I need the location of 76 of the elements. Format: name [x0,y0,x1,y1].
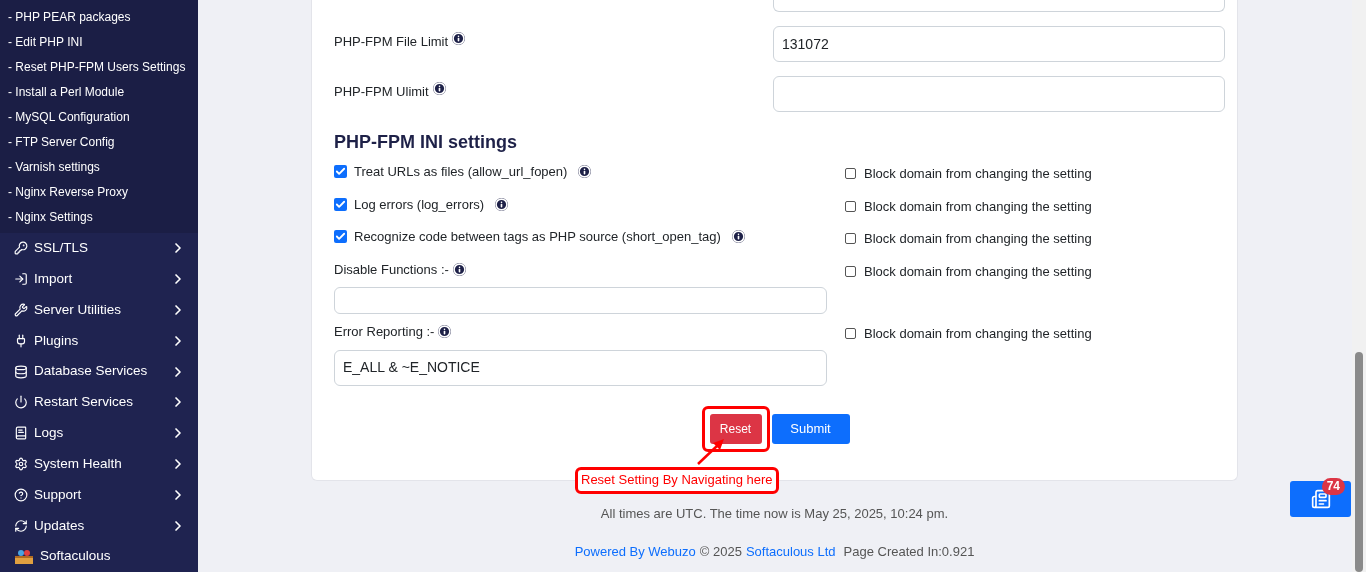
checkbox-label: Block domain from changing the setting [864,325,1092,343]
tools-icon [14,302,28,317]
checkbox-label: Block domain from changing the setting [864,230,1092,248]
checkbox-label: Block domain from changing the setting [864,197,1092,216]
submenu-link[interactable]: - Nginx Reverse Proxy [0,179,198,205]
submenu-link[interactable]: - Reset PHP-FPM Users Settings [0,54,198,80]
checkbox-label: Log errors (log_errors) [354,195,485,214]
field-label: PHP-FPM Ulimit [334,83,429,101]
sidebar-item[interactable]: Plugins [0,325,198,357]
reset-button[interactable]: Reset [709,413,762,444]
time-note: All times are UTC. The time now is May 25, 2025, 10:24 pm. [600,504,949,523]
checkbox-label: Treat URLs as files (allow_url_fopen) [354,163,568,181]
field-label: Disable Functions :- [334,260,449,279]
info-icon[interactable] [578,165,592,179]
info-icon[interactable] [432,82,446,95]
input-field[interactable]: E_ALL & ~E_NOTICE [334,349,827,386]
field-label: PHP-FPM File Limit [334,33,449,51]
sidebar-item[interactable]: Database Services [0,356,198,387]
checkbox[interactable] [845,328,856,340]
toolbox-icon [14,548,34,565]
plug-icon [14,333,28,348]
checkbox[interactable] [334,197,347,211]
sidebar-item[interactable]: Updates [0,510,198,542]
sidebar-item[interactable]: SSL/TLS [0,232,198,264]
input-field[interactable]: 131072 [773,26,1225,62]
checkbox[interactable] [845,233,856,245]
page-created-text: Page Created In:0.921 [843,543,975,561]
copyright-text: © 2025 [699,543,742,561]
input-field[interactable] [773,0,1225,12]
notification-badge: 74 [1321,478,1345,495]
submenu-link[interactable]: - MySQL Configuration [0,104,198,130]
input-field[interactable] [773,76,1225,112]
info-icon[interactable] [452,262,466,276]
submenu-link[interactable]: - Nginx Settings [0,204,198,230]
section-heading: PHP-FPM INI settings [334,131,518,154]
news-button[interactable]: 74 [1290,481,1351,517]
import-icon [14,272,28,287]
sidebar-item[interactable]: System Health [0,448,198,480]
sidebar-item[interactable]: Logs [0,417,198,449]
checkbox-label: Block domain from changing the setting [864,165,1092,183]
checkbox[interactable] [845,168,856,180]
power-icon [14,395,28,410]
checkbox-label: Recognize code between tags as PHP source (short_open_tag) [354,228,721,246]
submenu-link[interactable]: - FTP Server Config [0,129,198,155]
input-field[interactable] [334,287,827,314]
company-link[interactable]: Softaculous Ltd [745,542,836,562]
database-icon [14,364,28,379]
book-icon [14,426,28,441]
checkbox[interactable] [334,165,347,179]
settings-icon [14,457,28,472]
checkbox[interactable] [845,265,856,277]
checkbox[interactable] [334,230,347,244]
key-icon [14,241,28,256]
submenu-link[interactable]: - Edit PHP INI [0,29,198,55]
info-icon[interactable] [495,197,509,211]
sidebar-item[interactable]: Import [0,263,198,295]
webuzo-link[interactable]: Powered By Webuzo [574,542,696,562]
refresh-icon [14,518,28,533]
checkbox-label: Block domain from changing the setting [864,262,1092,281]
field-label: Error Reporting :- [334,323,435,341]
info-icon[interactable] [731,230,745,244]
callout-label: Reset Setting By Navigating here [575,466,779,494]
newspaper-icon [1310,489,1331,509]
submenu-link[interactable]: - Varnish settings [0,154,198,180]
submenu-link[interactable]: - Install a Perl Module [0,79,198,105]
sidebar-item[interactable]: Softaculous [0,541,198,572]
help-icon [14,487,28,502]
submit-button[interactable]: Submit [771,413,850,444]
sidebar-item[interactable]: Restart Services [0,387,198,418]
sidebar-item[interactable]: Server Utilities [0,294,198,326]
info-icon[interactable] [452,32,466,45]
scrollbar-thumb[interactable] [1355,352,1363,572]
checkbox[interactable] [845,200,856,212]
submenu-link[interactable]: - PHP PEAR packages [0,4,198,30]
info-icon[interactable] [438,325,452,339]
sidebar-item[interactable]: Support [0,479,198,511]
